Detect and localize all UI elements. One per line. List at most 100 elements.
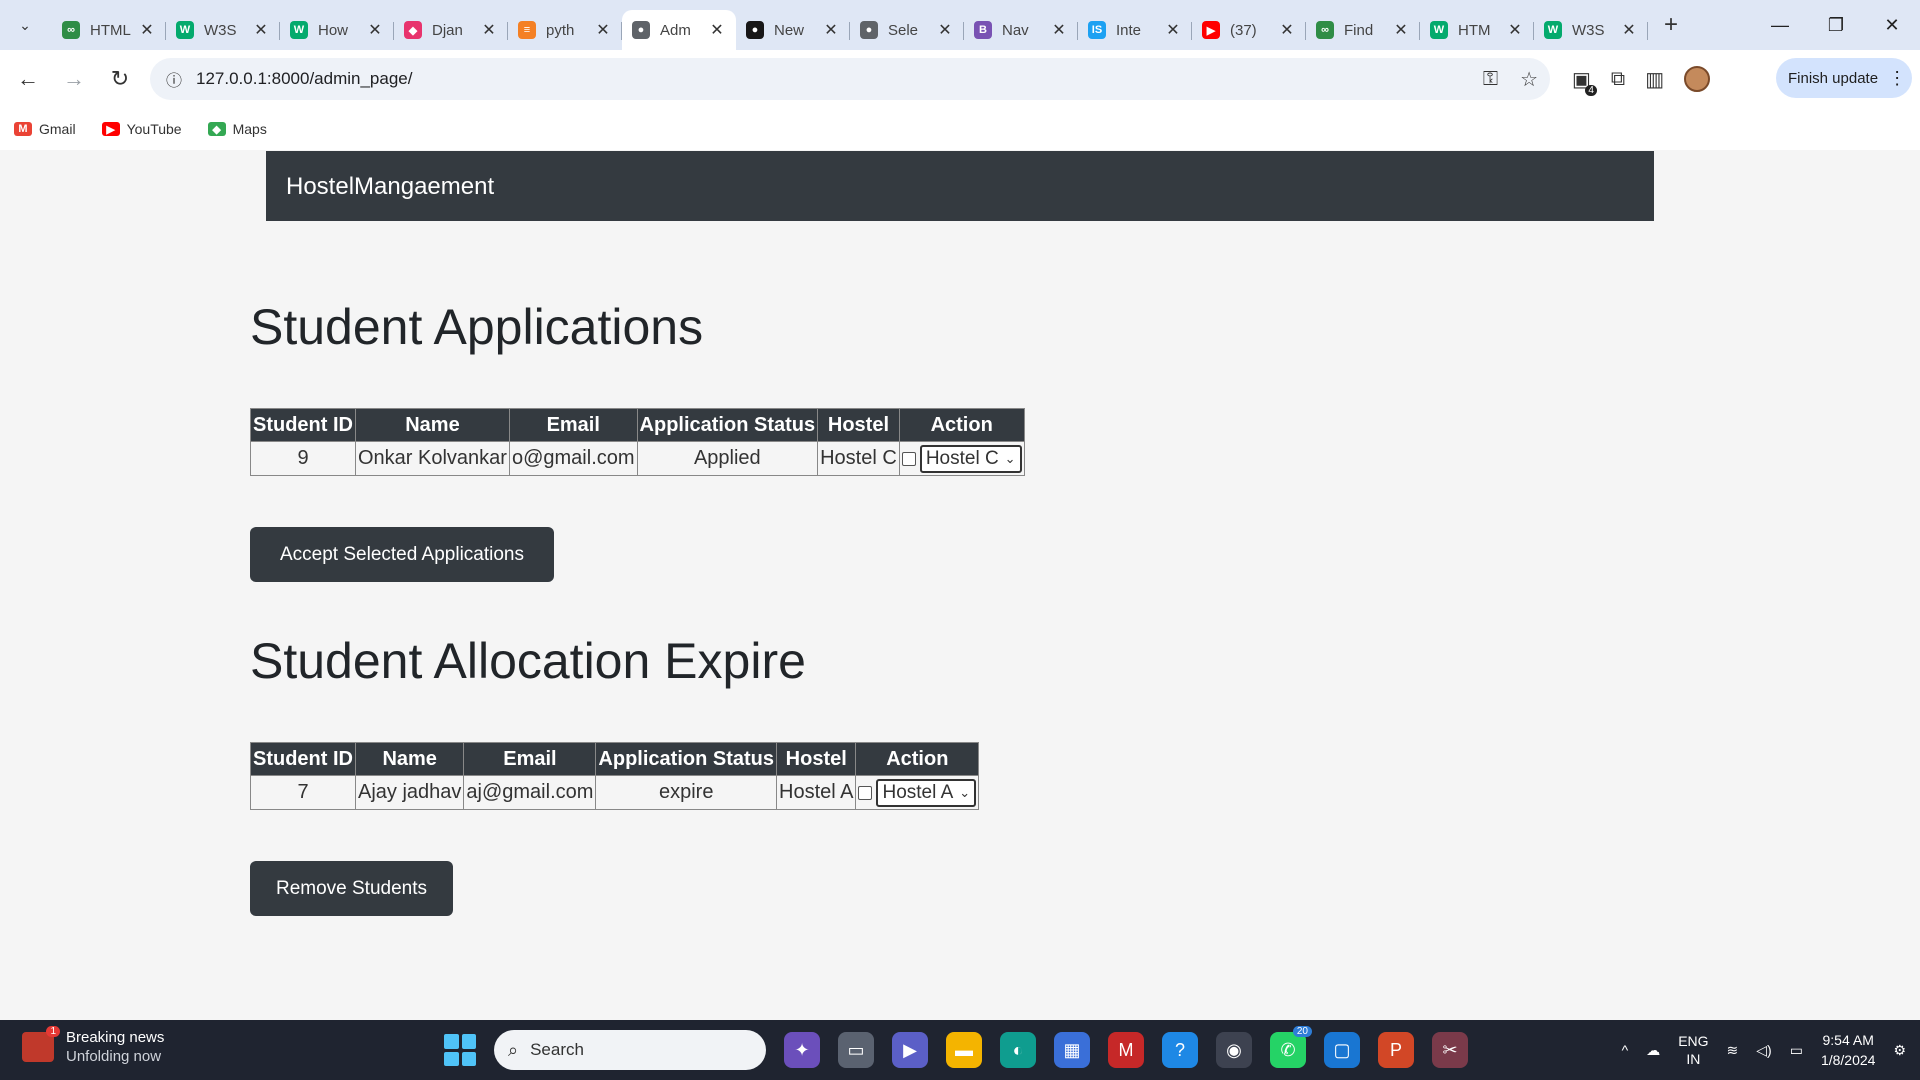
cloud-icon[interactable]: ☁ bbox=[1646, 1042, 1660, 1059]
chrome-icon[interactable]: ◉ bbox=[1216, 1032, 1252, 1068]
tab-close-icon[interactable]: ✕ bbox=[708, 20, 726, 40]
tab-close-icon[interactable]: ✕ bbox=[366, 20, 384, 40]
news-widget[interactable]: 1 Breaking news Unfolding now bbox=[22, 1026, 164, 1066]
bookmark-youtube[interactable]: ▶ YouTube bbox=[101, 121, 182, 137]
tab-title: W3S bbox=[204, 21, 237, 39]
bookmark-label: YouTube bbox=[126, 121, 182, 137]
chevron-up-icon[interactable]: ^ bbox=[1622, 1042, 1629, 1058]
browser-tab[interactable]: ∞ HTML ✕ bbox=[52, 10, 166, 50]
snipping-tool-icon[interactable]: ✂ bbox=[1432, 1032, 1468, 1068]
geeks-icon: ∞ bbox=[1316, 21, 1334, 39]
tab-close-icon[interactable]: ✕ bbox=[252, 20, 270, 40]
browser-tab[interactable]: ▶ (37) ✕ bbox=[1192, 10, 1306, 50]
file-explorer-icon[interactable]: ▬ bbox=[946, 1032, 982, 1068]
browser-tab[interactable]: ∞ Find ✕ bbox=[1306, 10, 1420, 50]
notification-icon[interactable]: ⚙ bbox=[1893, 1042, 1906, 1059]
profile-avatar[interactable] bbox=[1684, 66, 1711, 92]
tab-close-icon[interactable]: ✕ bbox=[1050, 20, 1068, 40]
hostel-select[interactable]: Hostel A ⌄ bbox=[876, 778, 977, 807]
hostel-select[interactable]: Hostel C ⌄ bbox=[919, 444, 1022, 473]
tab-close-icon[interactable]: ✕ bbox=[594, 20, 612, 40]
tab-close-icon[interactable]: ✕ bbox=[1506, 20, 1524, 40]
globe-icon: ● bbox=[632, 21, 650, 39]
remove-students-button[interactable]: Remove Students bbox=[250, 861, 453, 916]
bookmark-maps[interactable]: ◆ Maps bbox=[207, 121, 267, 137]
start-button[interactable] bbox=[444, 1034, 476, 1066]
select-checkbox[interactable] bbox=[901, 451, 916, 466]
tab-title: Nav bbox=[1002, 21, 1029, 39]
is-icon: IS bbox=[1088, 21, 1106, 39]
url-text[interactable]: 127.0.0.1:8000/admin_page/ bbox=[196, 69, 412, 89]
app-navbar: HostelMangaement bbox=[266, 151, 1654, 221]
tab-title: Adm bbox=[660, 21, 691, 39]
extensions-puzzle-icon[interactable]: ⧉ bbox=[1611, 68, 1625, 91]
browser-tab[interactable]: ◆ Djan ✕ bbox=[394, 10, 508, 50]
minimize-button[interactable]: — bbox=[1752, 0, 1808, 50]
whiteboard-icon[interactable]: ▢ bbox=[1324, 1032, 1360, 1068]
tab-close-icon[interactable]: ✕ bbox=[936, 20, 954, 40]
tab-close-icon[interactable]: ✕ bbox=[1620, 20, 1638, 40]
close-window-button[interactable]: ✕ bbox=[1864, 0, 1920, 50]
whatsapp-icon[interactable]: ✆ 20 bbox=[1270, 1026, 1312, 1068]
bookmark-star-icon[interactable]: ☆ bbox=[1520, 67, 1538, 92]
finish-update-button[interactable]: Finish update ⋮ bbox=[1776, 58, 1912, 98]
extension-icon[interactable]: ▣ 4 bbox=[1572, 67, 1597, 96]
back-button[interactable]: ← bbox=[10, 61, 46, 97]
menu-dots-icon[interactable]: ⋮ bbox=[1888, 68, 1906, 89]
hostel-select-value: Hostel A bbox=[882, 781, 954, 803]
task-view-icon[interactable]: ▭ bbox=[838, 1032, 874, 1068]
volume-icon[interactable]: ◁) bbox=[1756, 1042, 1771, 1059]
language-indicator[interactable]: ENG IN bbox=[1678, 1032, 1708, 1068]
tab-close-icon[interactable]: ✕ bbox=[138, 20, 156, 40]
wifi-icon[interactable]: ≋ bbox=[1727, 1042, 1739, 1059]
edge-icon[interactable]: ◐ bbox=[1000, 1032, 1036, 1068]
address-bar[interactable]: ⓘ 127.0.0.1:8000/admin_page/ ⚿ ☆ bbox=[150, 58, 1550, 100]
bookmark-gmail[interactable]: M Gmail bbox=[14, 121, 76, 137]
help-icon[interactable]: ? bbox=[1162, 1032, 1198, 1068]
w3-icon: W bbox=[176, 21, 194, 39]
store-icon[interactable]: ▦ bbox=[1054, 1032, 1090, 1068]
tab-close-icon[interactable]: ✕ bbox=[822, 20, 840, 40]
accept-applications-button[interactable]: Accept Selected Applications bbox=[250, 527, 554, 582]
browser-tab[interactable]: ● Sele ✕ bbox=[850, 10, 964, 50]
side-panel-icon[interactable]: ▥ bbox=[1645, 67, 1664, 92]
maps-icon: ◆ bbox=[207, 122, 226, 136]
language-line2: IN bbox=[1686, 1051, 1701, 1067]
teams-icon[interactable]: ▶ bbox=[892, 1032, 928, 1068]
browser-tab[interactable]: IS Inte ✕ bbox=[1078, 10, 1192, 50]
navbar-brand[interactable]: HostelMangaement bbox=[286, 173, 494, 201]
copilot-icon[interactable]: ✦ bbox=[784, 1032, 820, 1068]
browser-tab[interactable]: ● New ✕ bbox=[736, 10, 850, 50]
column-header: Email bbox=[508, 408, 638, 442]
applications-heading: Student Applications bbox=[250, 299, 704, 355]
powerpoint-icon[interactable]: P bbox=[1378, 1032, 1414, 1068]
browser-tab[interactable]: W W3S ✕ bbox=[1534, 10, 1648, 50]
battery-icon[interactable]: ▭ bbox=[1790, 1042, 1803, 1059]
tab-close-icon[interactable]: ✕ bbox=[1392, 20, 1410, 40]
clock[interactable]: 9:54 AM 1/8/2024 bbox=[1821, 1030, 1876, 1070]
browser-tab[interactable]: ≡ pyth ✕ bbox=[508, 10, 622, 50]
tab-search-button[interactable]: ⌄ bbox=[8, 8, 42, 42]
tab-close-icon[interactable]: ✕ bbox=[1164, 20, 1182, 40]
forward-button[interactable]: → bbox=[56, 61, 92, 97]
restore-button[interactable]: ❐ bbox=[1808, 0, 1864, 50]
column-header: Email bbox=[463, 742, 597, 776]
browser-tab[interactable]: W How ✕ bbox=[280, 10, 394, 50]
column-header: Action bbox=[855, 742, 980, 776]
browser-tab[interactable]: W W3S ✕ bbox=[166, 10, 280, 50]
gmail-icon: M bbox=[14, 122, 32, 136]
reload-button[interactable]: ↻ bbox=[102, 61, 138, 97]
tab-close-icon[interactable]: ✕ bbox=[1278, 20, 1296, 40]
site-info-icon[interactable]: ⓘ bbox=[154, 67, 194, 91]
tab-close-icon[interactable]: ✕ bbox=[480, 20, 498, 40]
cell-name: Ajay jadhav bbox=[354, 775, 465, 810]
select-checkbox[interactable] bbox=[858, 785, 873, 800]
mcafee-icon[interactable]: M bbox=[1108, 1032, 1144, 1068]
browser-tab[interactable]: ● Adm ✕ bbox=[622, 10, 736, 50]
column-header: Application Status bbox=[636, 408, 819, 442]
password-key-icon[interactable]: ⚿ bbox=[1483, 68, 1498, 91]
browser-tab[interactable]: W HTM ✕ bbox=[1420, 10, 1534, 50]
browser-tab[interactable]: B Nav ✕ bbox=[964, 10, 1078, 50]
new-tab-button[interactable]: + bbox=[1654, 8, 1688, 42]
taskbar-search[interactable]: ⌕ Search bbox=[494, 1030, 766, 1070]
